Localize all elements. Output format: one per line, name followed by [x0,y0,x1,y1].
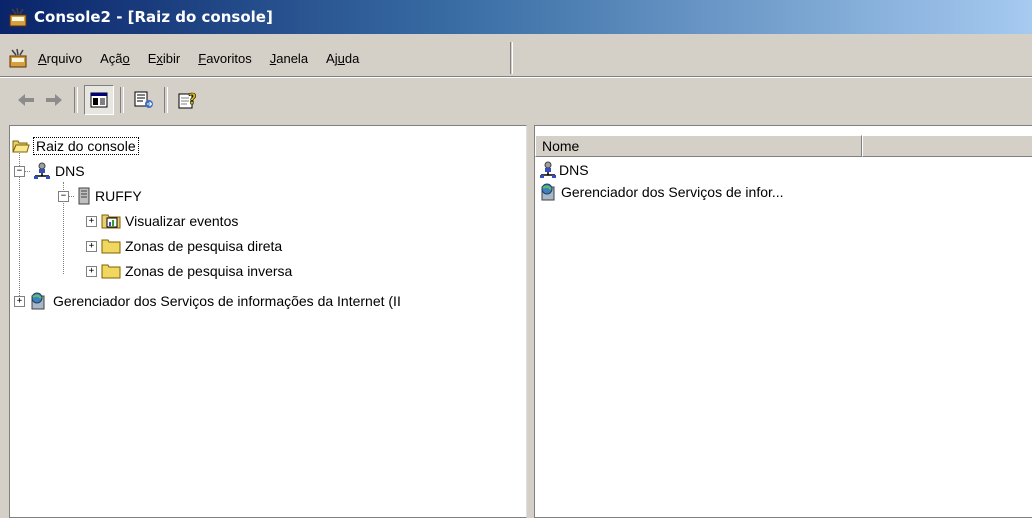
list-item-dns[interactable]: DNS [539,159,589,181]
help-button[interactable]: ? [174,86,202,114]
server-icon [78,187,90,205]
title-bar[interactable]: Console2 - [Raiz do console] [0,0,1032,34]
menu-separator [510,42,513,74]
mmc-console-icon [9,7,27,27]
window-title: Console2 - [Raiz do console] [34,8,273,26]
back-button[interactable] [12,86,40,114]
toolbar-separator [120,86,124,113]
toolbar: ? [0,77,1032,121]
forward-button[interactable] [40,86,68,114]
tree-item-dns[interactable]: − DNS [14,160,85,182]
mmc-console-icon[interactable] [8,48,28,68]
folder-icon [101,264,121,279]
iis-manager-icon [31,292,45,310]
help-icon: ? [178,90,197,108]
show-hide-tree-button[interactable] [84,84,114,115]
menu-favoritos[interactable]: Favoritos [198,51,251,66]
expand-toggle[interactable]: + [86,215,97,227]
tree-pane[interactable]: Raiz do console − DNS − RUFFY + Visualiz… [9,125,527,518]
pane-splitter[interactable] [527,125,534,518]
list-item-iis[interactable]: Gerenciador dos Serviços de infor... [539,181,784,203]
menu-arquivo[interactable]: Arquivo [38,51,82,66]
column-header-row: Nome [535,135,1032,157]
forward-arrow-icon [46,93,62,106]
collapse-toggle[interactable]: − [14,165,25,177]
column-header-empty[interactable] [862,135,1032,157]
show-hide-tree-icon [90,92,108,107]
back-arrow-icon [18,93,34,106]
menu-janela[interactable]: Janela [270,51,308,66]
tree-item-forward-zones[interactable]: + Zonas de pesquisa direta [86,235,282,257]
menu-acao[interactable]: Ação [100,51,130,66]
export-list-button[interactable] [130,86,158,114]
menu-bar: Arquivo Ação Exibir Favoritos Janela Aju… [0,40,1032,77]
svg-text:?: ? [188,90,197,108]
toolbar-separator [164,86,168,113]
expand-toggle[interactable]: + [86,240,97,252]
iis-manager-icon [541,183,555,201]
tree-item-events[interactable]: + Visualizar eventos [86,210,238,232]
tree-item-iis[interactable]: + Gerenciador dos Serviços de informaçõe… [14,290,401,312]
collapse-toggle[interactable]: − [58,190,69,202]
tree-item-root[interactable]: Raiz do console [12,135,139,157]
menu-exibir[interactable]: Exibir [148,51,181,66]
event-viewer-icon [101,214,121,229]
expand-toggle[interactable]: + [14,295,25,307]
toolbar-separator [74,86,78,113]
list-pane[interactable]: Nome DNS Gerenciador dos Serviços de inf… [534,125,1032,518]
menu-ajuda[interactable]: Ajuda [326,51,359,66]
folder-icon [101,239,121,254]
tree-item-server[interactable]: − RUFFY [58,185,142,207]
dns-network-icon [34,162,50,179]
export-list-icon [134,91,153,108]
tree-item-reverse-zones[interactable]: + Zonas de pesquisa inversa [86,260,292,282]
column-header-nome[interactable]: Nome [535,135,862,157]
dns-network-icon [540,161,556,178]
folder-open-icon [12,140,30,153]
expand-toggle[interactable]: + [86,265,97,277]
